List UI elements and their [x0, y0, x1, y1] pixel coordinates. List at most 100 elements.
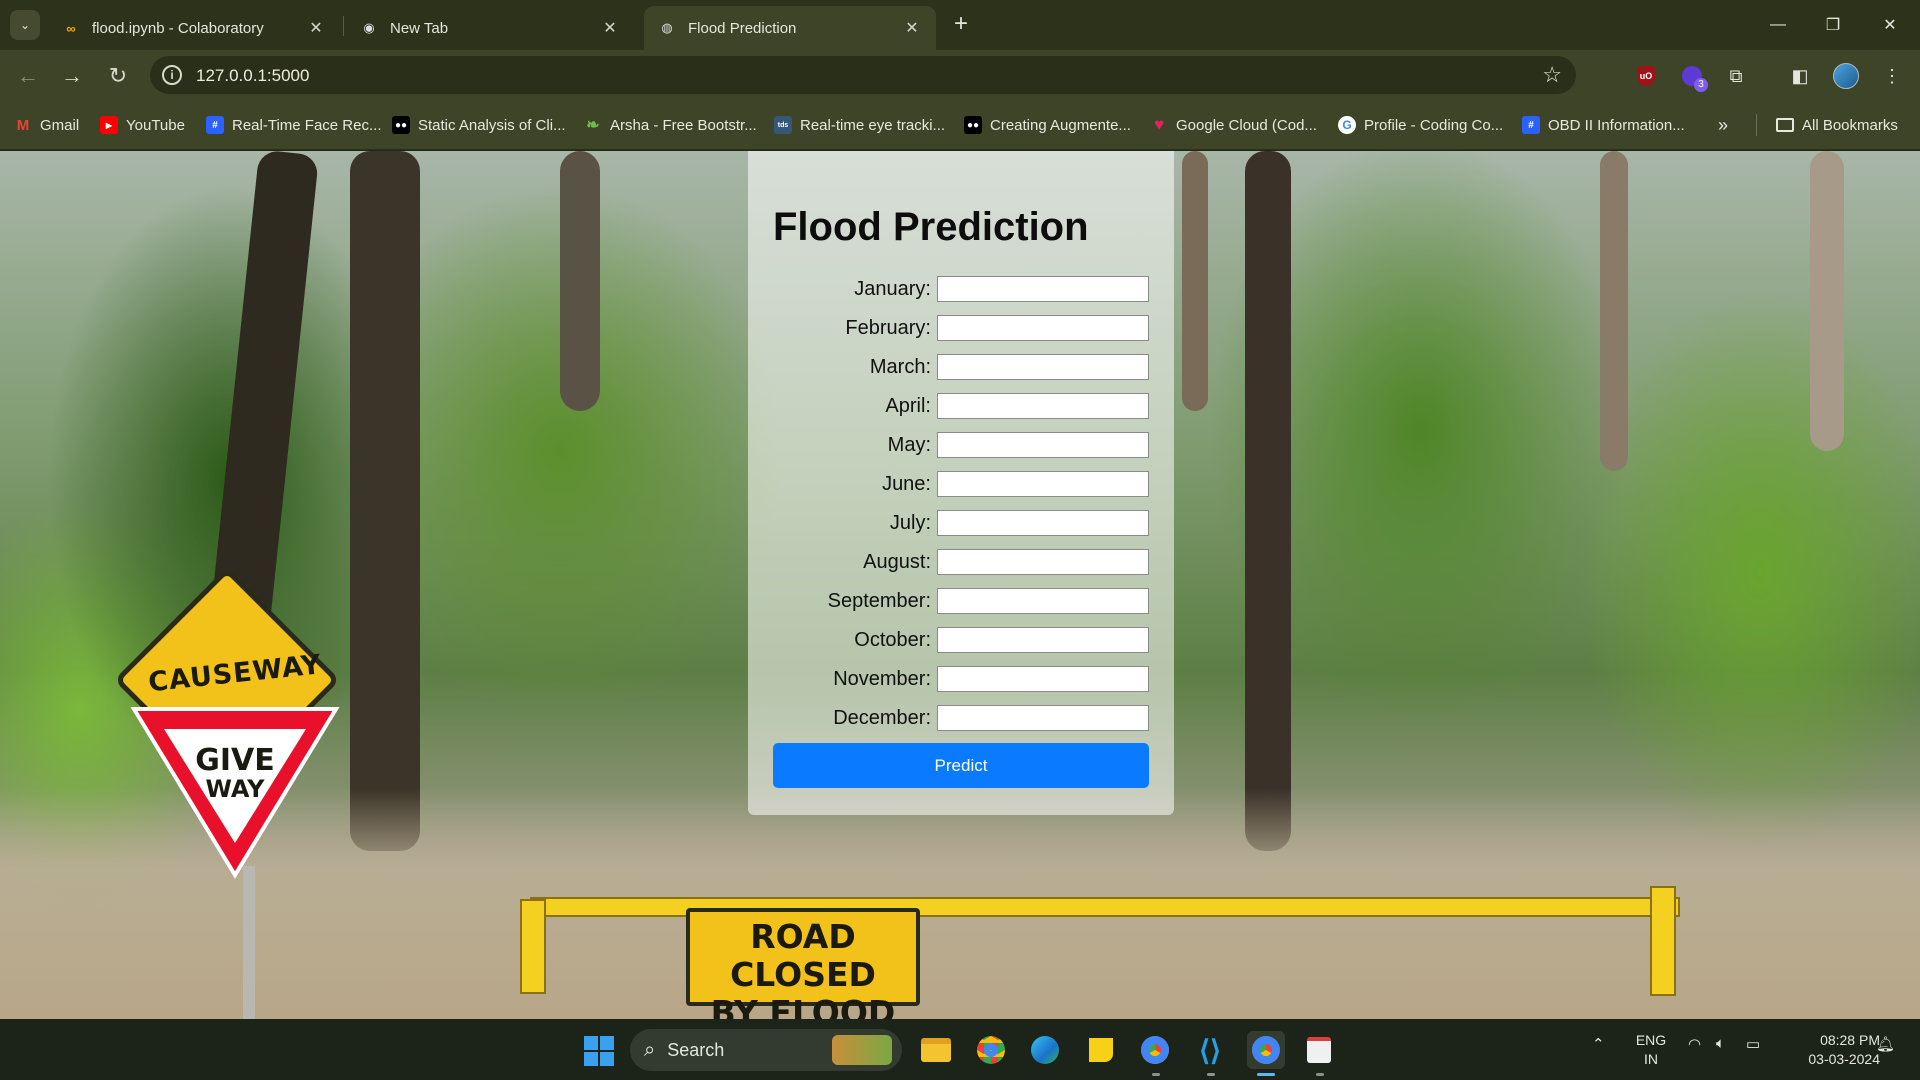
- address-bar[interactable]: i 127.0.0.1:5000 ☆: [150, 56, 1576, 94]
- sticky-notes-icon[interactable]: [1082, 1031, 1120, 1069]
- september-input[interactable]: [937, 588, 1149, 614]
- may-input[interactable]: [937, 432, 1149, 458]
- medium-icon: ●●: [392, 116, 410, 134]
- february-input[interactable]: [937, 315, 1149, 341]
- chrome-taskbar-icon[interactable]: [972, 1031, 1010, 1069]
- tab-search-button[interactable]: ⌄: [10, 10, 40, 40]
- field-label: December:: [833, 707, 931, 729]
- bookmark-eye-tracking[interactable]: tds Real-time eye tracki...: [774, 114, 945, 136]
- page-title: Flood Prediction: [773, 205, 1089, 249]
- august-input[interactable]: [937, 549, 1149, 575]
- new-tab-button[interactable]: +: [948, 12, 974, 38]
- snipping-tool-icon[interactable]: [1300, 1031, 1338, 1069]
- tab-flood-prediction[interactable]: ◍ Flood Prediction ✕: [644, 6, 936, 50]
- november-input[interactable]: [937, 666, 1149, 692]
- bookmark-youtube[interactable]: ▶ YouTube: [100, 114, 185, 136]
- extensions-puzzle-icon[interactable]: ⧉: [1722, 62, 1750, 90]
- chrome-active-icon[interactable]: [1247, 1031, 1285, 1069]
- side-panel-icon[interactable]: ◧: [1786, 62, 1814, 90]
- kebab-menu-icon[interactable]: ⋮: [1878, 62, 1906, 90]
- all-bookmarks-button[interactable]: All Bookmarks: [1776, 114, 1898, 136]
- october-input[interactable]: [937, 627, 1149, 653]
- folder-icon: [1776, 118, 1794, 132]
- bookmark-star-icon[interactable]: ☆: [1542, 62, 1562, 88]
- profile-avatar[interactable]: [1832, 62, 1860, 90]
- field-label: April:: [885, 395, 931, 417]
- bookmark-google-cloud[interactable]: ♥ Google Cloud (Cod...: [1150, 114, 1317, 136]
- system-clock[interactable]: 08:28 PM 03-03-2024: [1780, 1031, 1880, 1069]
- forward-button[interactable]: →: [56, 60, 88, 92]
- predict-button[interactable]: Predict: [773, 743, 1149, 788]
- restore-button[interactable]: ❐: [1811, 8, 1855, 42]
- tree-trunk: [1245, 151, 1291, 851]
- taskbar-search[interactable]: ⌕ Search: [630, 1029, 902, 1071]
- battery-icon[interactable]: ▭: [1746, 1035, 1760, 1053]
- close-tab-icon[interactable]: ✕: [306, 18, 326, 38]
- tree-trunk: [1182, 151, 1208, 411]
- june-input[interactable]: [937, 471, 1149, 497]
- ublock-icon[interactable]: uO: [1632, 62, 1660, 90]
- bookmark-label: All Bookmarks: [1802, 116, 1898, 134]
- december-input[interactable]: [937, 705, 1149, 731]
- back-button[interactable]: ←: [12, 60, 44, 92]
- tab-colab[interactable]: ∞ flood.ipynb - Colaboratory ✕: [48, 6, 340, 50]
- active-indicator: [1257, 1073, 1275, 1076]
- wifi-icon[interactable]: ◠: [1688, 1035, 1701, 1053]
- tab-title: Flood Prediction: [688, 19, 797, 37]
- page-background: CAUSEWAY GIVE WAY ROAD CLOSED BY FLOOD F…: [0, 151, 1920, 1019]
- leaf-icon: ❧: [586, 117, 600, 134]
- tab-new-tab[interactable]: ◉ New Tab ✕: [346, 6, 634, 50]
- bookmark-gmail[interactable]: M Gmail: [14, 114, 79, 136]
- field-label: May:: [887, 434, 931, 456]
- close-window-button[interactable]: ✕: [1868, 8, 1912, 42]
- notification-bell-icon[interactable]: 🔔︎: [1876, 1035, 1895, 1053]
- chevron-up-icon[interactable]: ⌃: [1592, 1035, 1605, 1053]
- bookmark-face-recognition[interactable]: # Real-Time Face Rec...: [206, 114, 381, 136]
- tree-trunk: [350, 151, 420, 851]
- bookmark-label: Static Analysis of Cli...: [418, 116, 566, 134]
- clock-date: 03-03-2024: [1808, 1051, 1880, 1067]
- january-input[interactable]: [937, 276, 1149, 302]
- running-indicator: [1316, 1073, 1324, 1076]
- hashnode-icon: #: [206, 116, 224, 134]
- site-info-icon[interactable]: i: [162, 65, 182, 85]
- april-input[interactable]: [937, 393, 1149, 419]
- edge-icon[interactable]: [1026, 1031, 1064, 1069]
- field-row-july: July:: [748, 510, 1174, 538]
- globe-icon: ◍: [661, 20, 673, 35]
- bookmark-arsha[interactable]: ❧ Arsha - Free Bootstr...: [584, 114, 756, 136]
- prediction-form-panel: Flood Prediction January: February: Marc…: [748, 151, 1174, 815]
- windows-start-icon[interactable]: [584, 1036, 614, 1066]
- url-text[interactable]: 127.0.0.1:5000: [196, 66, 309, 86]
- bookmark-static-analysis[interactable]: ●● Static Analysis of Cli...: [392, 114, 566, 136]
- volume-icon[interactable]: 🔈︎: [1716, 1035, 1725, 1052]
- bookmark-obd[interactable]: # OBD II Information...: [1522, 114, 1685, 136]
- field-label: July:: [889, 512, 931, 534]
- field-row-august: August:: [748, 549, 1174, 577]
- close-tab-icon[interactable]: ✕: [600, 18, 620, 38]
- field-label: March:: [869, 356, 931, 378]
- chrome-profile-icon[interactable]: [1136, 1031, 1174, 1069]
- extension-badge-icon[interactable]: 3: [1678, 62, 1708, 92]
- tree-trunk: [560, 151, 600, 411]
- bookmark-augmented[interactable]: ●● Creating Augmente...: [964, 114, 1131, 136]
- road-closed-text-1: ROAD CLOSED: [730, 917, 876, 994]
- medium-icon: ●●: [964, 116, 982, 134]
- bookmark-label: Real-Time Face Rec...: [232, 116, 382, 134]
- july-input[interactable]: [937, 510, 1149, 536]
- file-explorer-icon[interactable]: [917, 1031, 955, 1069]
- field-row-february: February:: [748, 315, 1174, 343]
- language-indicator[interactable]: ENG IN: [1633, 1031, 1669, 1069]
- minimize-button[interactable]: —: [1756, 8, 1800, 42]
- reload-button[interactable]: ↻: [102, 60, 134, 92]
- close-tab-icon[interactable]: ✕: [902, 18, 922, 38]
- field-row-december: December:: [748, 705, 1174, 733]
- chrome-icon: ◉: [363, 20, 375, 35]
- march-input[interactable]: [937, 354, 1149, 380]
- field-row-october: October:: [748, 627, 1174, 655]
- vscode-icon[interactable]: ⟨⟩: [1191, 1031, 1229, 1069]
- road-closed-sign: ROAD CLOSED BY FLOOD: [686, 908, 920, 1019]
- tab-strip: ⌄ ∞ flood.ipynb - Colaboratory ✕ ◉ New T…: [0, 0, 1920, 50]
- more-bookmarks-chevron-icon[interactable]: »: [1718, 114, 1728, 136]
- bookmark-coding-profile[interactable]: G Profile - Coding Co...: [1338, 114, 1503, 136]
